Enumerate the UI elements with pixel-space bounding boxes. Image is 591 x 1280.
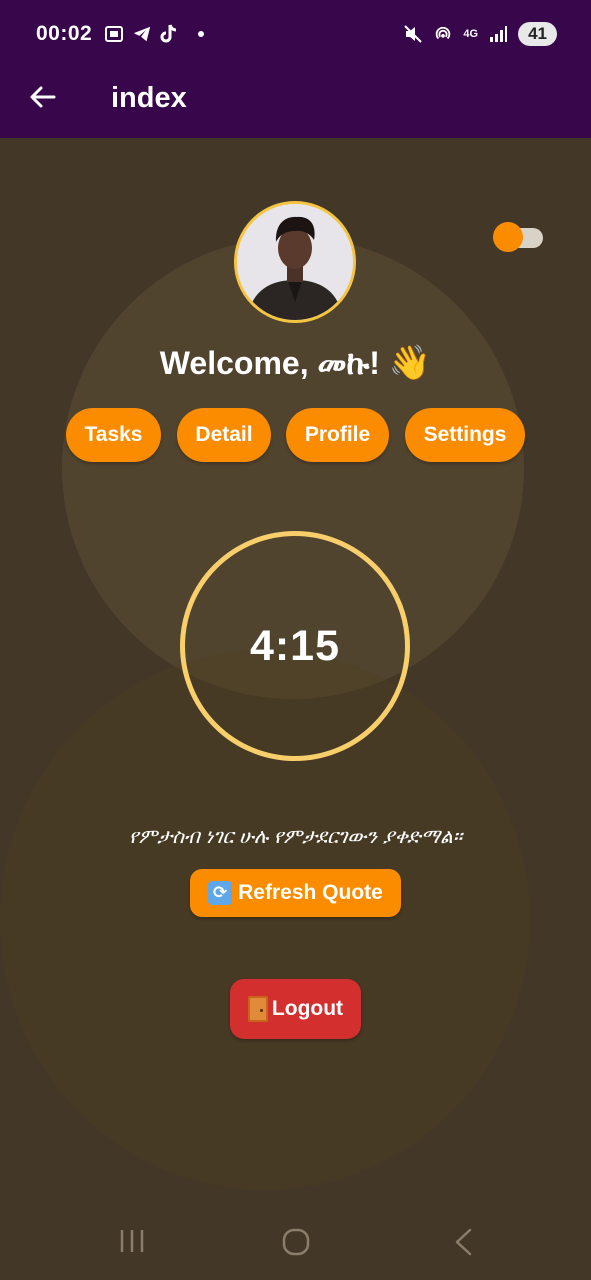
- status-bar: 00:02 4G 41: [0, 0, 591, 68]
- refresh-quote-button[interactable]: ⟳ Refresh Quote: [190, 869, 401, 917]
- page-title: index: [111, 82, 187, 114]
- detail-button[interactable]: Detail: [177, 408, 271, 462]
- timer-ring: 4:15: [180, 531, 410, 761]
- wave-icon: 👋: [388, 344, 432, 382]
- logout-button[interactable]: Logout: [230, 979, 361, 1039]
- tiktok-icon: [160, 24, 180, 44]
- status-left-icons: [104, 24, 205, 44]
- nav-buttons: Tasks Detail Profile Settings: [0, 408, 591, 462]
- home-icon[interactable]: [281, 1227, 311, 1262]
- signal-icon: [488, 24, 508, 44]
- notification-dot-icon: [198, 31, 205, 37]
- hotspot-icon: [433, 24, 453, 44]
- welcome-heading: Welcome, መኩ! 👋: [0, 343, 591, 383]
- battery-icon: 41: [518, 22, 557, 46]
- welcome-text: Welcome, መኩ!: [159, 345, 380, 381]
- recent-apps-icon[interactable]: [118, 1227, 146, 1260]
- logout-label: Logout: [271, 997, 344, 1020]
- refresh-quote-label: Refresh Quote: [238, 881, 383, 904]
- settings-button[interactable]: Settings: [405, 408, 525, 462]
- profile-button[interactable]: Profile: [286, 408, 389, 462]
- telegram-icon: [132, 24, 152, 44]
- avatar[interactable]: [234, 201, 356, 323]
- toggle-knob: [493, 222, 523, 252]
- mute-icon: [403, 24, 423, 44]
- app-bar: index: [0, 68, 591, 138]
- screenshot-icon: [104, 24, 124, 44]
- network-type: 4G: [463, 28, 479, 40]
- tasks-button[interactable]: Tasks: [66, 408, 161, 462]
- status-right-icons: 4G 41: [403, 22, 557, 46]
- arrow-left-icon[interactable]: [28, 82, 58, 112]
- timer-value: 4:15: [249, 621, 341, 670]
- status-time: 00:02: [36, 22, 93, 45]
- theme-toggle[interactable]: [493, 222, 543, 252]
- back-nav-icon[interactable]: [452, 1227, 476, 1262]
- refresh-icon: ⟳: [208, 881, 233, 905]
- quote-text: የምታስብ ነገር ሁሉ የምታደርገውን ያቀድማል።: [128, 826, 463, 848]
- door-icon: [247, 996, 268, 1022]
- system-nav-bar: [0, 1205, 591, 1280]
